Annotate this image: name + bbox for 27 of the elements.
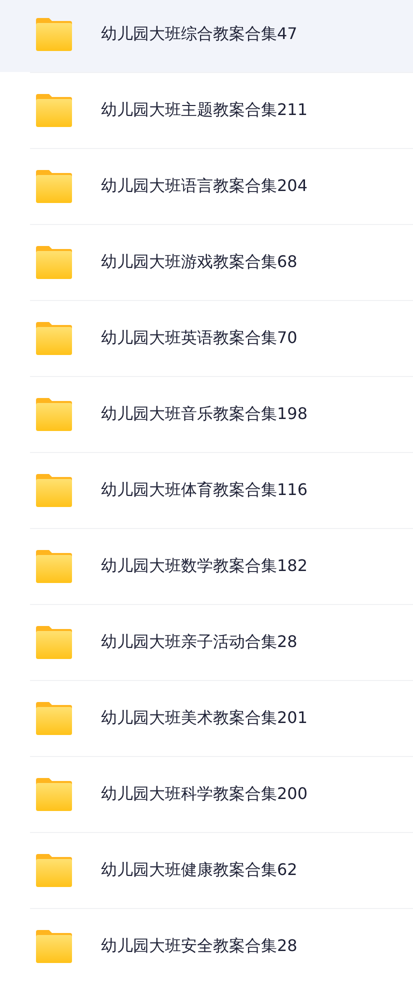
folder-name: 幼儿园大班体育教案合集116 <box>101 480 308 500</box>
folder-name: 幼儿园大班音乐教案合集198 <box>101 404 308 424</box>
folder-icon <box>36 94 72 126</box>
folder-icon <box>36 474 72 506</box>
folder-icon <box>36 626 72 658</box>
folder-icon <box>36 854 72 886</box>
folder-name: 幼儿园大班数学教案合集182 <box>101 556 308 576</box>
folder-name: 幼儿园大班综合教案合集47 <box>101 24 298 44</box>
folder-icon <box>36 398 72 430</box>
folder-name: 幼儿园大班美术教案合集201 <box>101 708 308 728</box>
folder-row[interactable]: 幼儿园大班综合教案合集47 <box>0 0 413 72</box>
folder-icon <box>36 702 72 734</box>
folder-icon <box>36 18 72 50</box>
folder-name: 幼儿园大班亲子活动合集28 <box>101 632 298 652</box>
folder-name: 幼儿园大班安全教案合集28 <box>101 936 298 956</box>
folder-icon <box>36 550 72 582</box>
folder-name: 幼儿园大班主题教案合集211 <box>101 100 308 120</box>
folder-name: 幼儿园大班语言教案合集204 <box>101 176 308 196</box>
folder-name: 幼儿园大班健康教案合集62 <box>101 860 298 880</box>
folder-icon <box>36 246 72 278</box>
folder-icon <box>36 778 72 810</box>
folder-name: 幼儿园大班游戏教案合集68 <box>101 252 298 272</box>
folder-name: 幼儿园大班英语教案合集70 <box>101 328 298 348</box>
folder-icon <box>36 170 72 202</box>
folder-icon <box>36 930 72 962</box>
folder-name: 幼儿园大班科学教案合集200 <box>101 784 308 804</box>
folder-icon <box>36 322 72 354</box>
